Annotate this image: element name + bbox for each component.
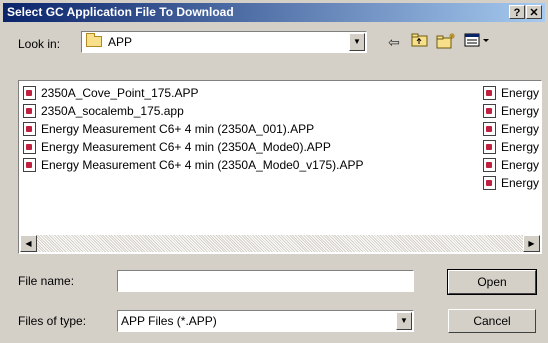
app-file-icon xyxy=(483,176,496,190)
list-item[interactable]: Energy Measurement C6+ 4 min (2350A_Mode… xyxy=(23,156,364,174)
app-file-icon xyxy=(23,86,36,100)
help-button[interactable]: ? xyxy=(509,5,525,19)
chevron-down-icon[interactable]: ▼ xyxy=(396,312,412,330)
title-bar[interactable]: Select GC Application File To Download ?… xyxy=(3,3,545,22)
files-of-type-label: Files of type: xyxy=(18,314,87,328)
file-name-label: File name: xyxy=(18,274,75,288)
app-file-icon xyxy=(23,104,36,118)
chevron-down-icon[interactable]: ▼ xyxy=(349,33,365,51)
file-name-input[interactable] xyxy=(117,270,414,292)
scroll-left-icon[interactable]: ◀ xyxy=(20,235,37,252)
file-dialog: Select GC Application File To Download ?… xyxy=(0,0,548,343)
files-of-type-dropdown[interactable]: APP Files (*.APP) ▼ xyxy=(117,310,414,332)
list-item[interactable]: Energy xyxy=(483,138,539,156)
horizontal-scrollbar[interactable]: ◀ ▶ xyxy=(20,235,540,252)
app-file-icon xyxy=(483,104,496,118)
file-list[interactable]: 2350A_Cove_Point_175.APP 2350A_socalemb_… xyxy=(18,80,542,254)
app-file-icon xyxy=(483,86,496,100)
list-item[interactable]: Energy xyxy=(483,84,539,102)
file-list-column-2: Energy Energy Energy Energy Energy Energ… xyxy=(483,84,539,192)
open-button[interactable]: Open xyxy=(447,269,537,295)
list-item[interactable]: Energy xyxy=(483,156,539,174)
app-file-icon xyxy=(23,140,36,154)
back-arrow-icon[interactable]: ⇦ xyxy=(384,32,404,52)
app-file-icon xyxy=(23,158,36,172)
look-in-value: APP xyxy=(108,35,133,49)
app-file-icon xyxy=(483,122,496,136)
app-file-icon xyxy=(483,158,496,172)
list-item[interactable]: Energy xyxy=(483,102,539,120)
look-in-label: Look in: xyxy=(18,37,61,51)
list-item[interactable]: Energy xyxy=(483,174,539,192)
list-item[interactable]: Energy Measurement C6+ 4 min (2350A_Mode… xyxy=(23,138,364,156)
window-title: Select GC Application File To Download xyxy=(7,5,234,19)
list-item[interactable]: Energy xyxy=(483,120,539,138)
close-button[interactable]: ✕ xyxy=(526,5,542,19)
new-folder-icon[interactable] xyxy=(436,32,456,52)
cancel-button[interactable]: Cancel xyxy=(448,309,536,333)
look-in-dropdown[interactable]: APP ▼ xyxy=(81,31,367,53)
list-item[interactable]: 2350A_socalemb_175.app xyxy=(23,102,364,120)
files-of-type-value: APP Files (*.APP) xyxy=(121,314,217,328)
list-item[interactable]: Energy Measurement C6+ 4 min (2350A_001)… xyxy=(23,120,364,138)
folder-icon xyxy=(86,33,102,47)
scroll-right-icon[interactable]: ▶ xyxy=(523,235,540,252)
app-file-icon xyxy=(483,140,496,154)
list-item[interactable]: 2350A_Cove_Point_175.APP xyxy=(23,84,364,102)
view-menu-icon[interactable] xyxy=(462,32,492,52)
up-folder-icon[interactable] xyxy=(410,32,430,52)
file-list-column-1: 2350A_Cove_Point_175.APP 2350A_socalemb_… xyxy=(23,84,364,174)
app-file-icon xyxy=(23,122,36,136)
